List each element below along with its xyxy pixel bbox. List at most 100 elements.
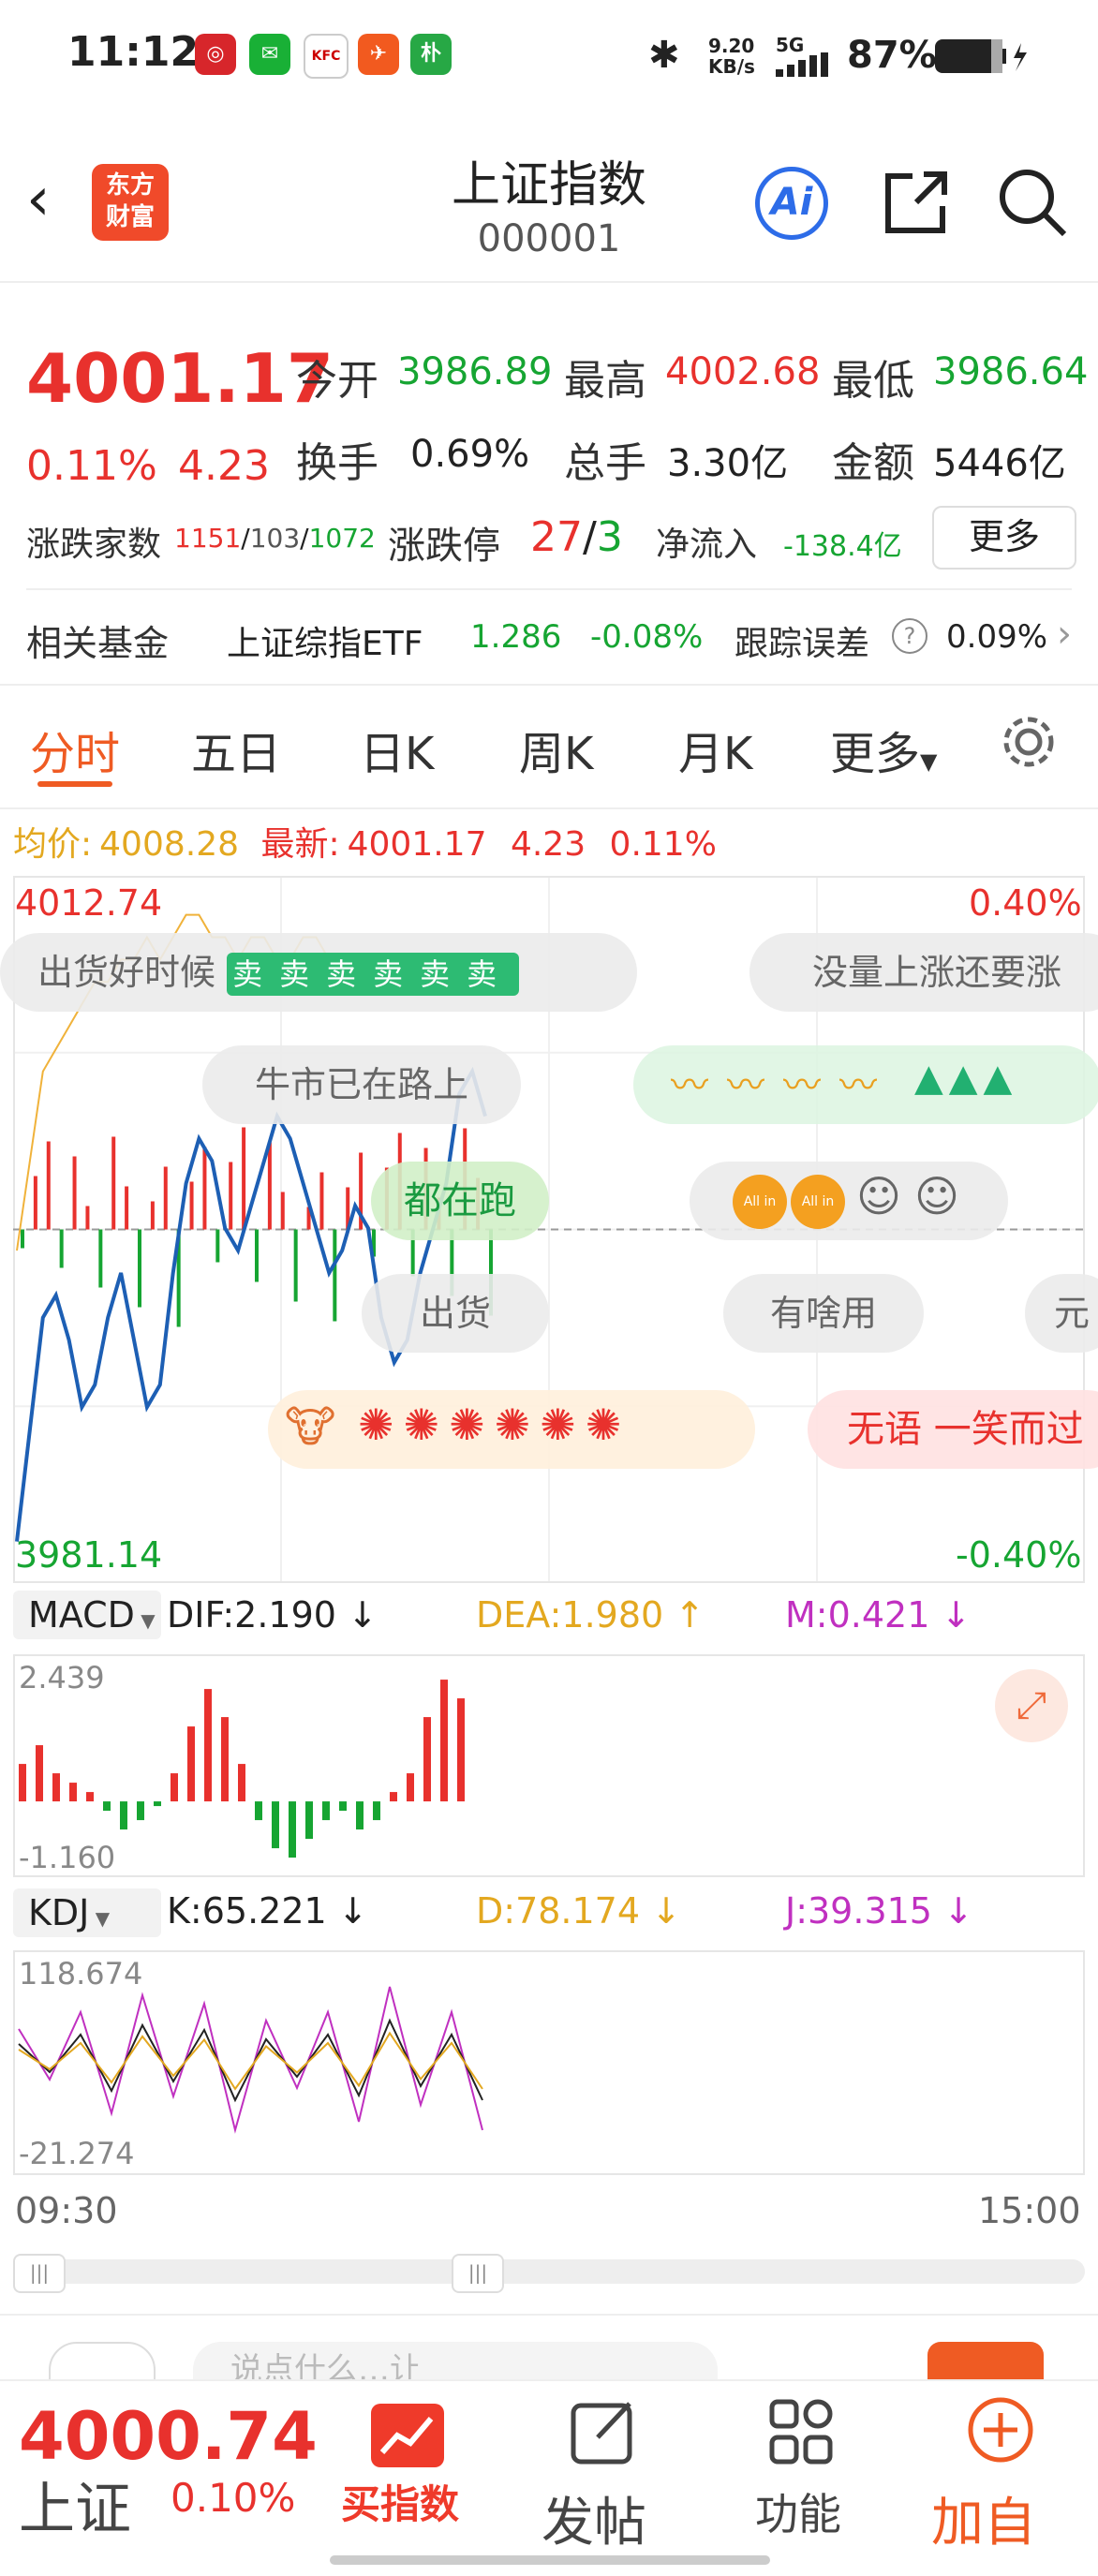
- macd-bar: [204, 1689, 212, 1802]
- macd-bar: [356, 1801, 364, 1830]
- bottom-index-pct: 0.10%: [171, 2475, 296, 2521]
- high-label: 最高: [564, 357, 646, 405]
- kdj-selector[interactable]: KDJ ▼: [13, 1888, 161, 1937]
- y-axis-bottom-label: 3981.14: [15, 1534, 163, 1576]
- macd-bar: [86, 1792, 94, 1802]
- battery-percent: 87%: [847, 34, 937, 77]
- tab-five-day[interactable]: 五日: [191, 717, 281, 782]
- slider-handle-right[interactable]: |||: [452, 2254, 504, 2293]
- divider: [0, 684, 1098, 686]
- volume-bar: [72, 1156, 77, 1230]
- divider: [26, 588, 1072, 590]
- danmaku-emoji-bubble[interactable]: 🐮 ✺✺✺✺✺✺: [268, 1390, 755, 1469]
- add-watchlist-label[interactable]: 加自: [931, 2480, 1036, 2556]
- volume-bar: [98, 1229, 103, 1288]
- tab-more[interactable]: 更多▼: [830, 717, 937, 782]
- app-icon: 朴: [410, 34, 452, 75]
- macd-bar: [373, 1801, 380, 1821]
- danmaku-bubble[interactable]: 出货好时候 卖卖卖卖卖卖: [0, 933, 637, 1012]
- volume-bar: [229, 1162, 233, 1230]
- macd-bar: [221, 1717, 229, 1802]
- limit-label: 涨跌停: [388, 525, 500, 568]
- volume-bar: [215, 1229, 220, 1263]
- danmaku-bubble[interactable]: 牛市已在路上: [202, 1045, 521, 1124]
- macd-bar: [272, 1801, 279, 1849]
- ai-button[interactable]: Ai: [755, 167, 828, 240]
- volume-bar: [242, 1127, 246, 1230]
- kfc-icon: KFC: [304, 34, 349, 79]
- volume-bar: [267, 1142, 272, 1230]
- buy-index-label[interactable]: 买指数: [341, 2473, 459, 2530]
- bottom-index-name: 上证: [19, 2477, 131, 2542]
- function-label[interactable]: 功能: [755, 2480, 841, 2542]
- x-axis-end-label: 15:00: [978, 2190, 1081, 2231]
- divider: [0, 2314, 1098, 2316]
- volume-bar: [280, 1192, 285, 1230]
- more-button[interactable]: 更多: [932, 506, 1076, 570]
- tab-intraday[interactable]: 分时: [30, 717, 120, 782]
- danmaku-bubble[interactable]: 都在跑: [371, 1162, 549, 1240]
- change-percent: 0.11%: [26, 442, 157, 490]
- kdj-d: D:78.174 ↓: [476, 1890, 681, 1932]
- slider-handle-left[interactable]: |||: [13, 2254, 66, 2293]
- share-icon[interactable]: [879, 167, 952, 240]
- macd-bar: [120, 1801, 127, 1830]
- tab-monthly-k[interactable]: 月K: [678, 717, 752, 782]
- macd-bar: [238, 1764, 245, 1802]
- post-label[interactable]: 发帖: [542, 2480, 646, 2556]
- danmaku-bubble[interactable]: 有啥用: [723, 1274, 924, 1353]
- macd-dif: DIF:2.190 ↓: [167, 1594, 378, 1636]
- time-range-slider[interactable]: [13, 2259, 1085, 2284]
- danmaku-bubble[interactable]: 没量上涨还要涨: [749, 933, 1098, 1012]
- danmaku-emoji-bubble[interactable]: All in All in ☺ ☺: [690, 1162, 1008, 1240]
- amount-label: 金额: [832, 439, 914, 487]
- low-value: 3986.64: [933, 350, 1089, 393]
- battery-icon: [935, 39, 1027, 73]
- fund-name[interactable]: 上证综指ETF: [227, 616, 423, 665]
- kdj-chart: [13, 1950, 1085, 2175]
- wechat-icon: ✉: [249, 34, 290, 75]
- danmaku-bubble[interactable]: 无语 一笑而过: [808, 1390, 1098, 1469]
- divider: [0, 807, 1098, 809]
- volume-bar: [150, 1201, 155, 1230]
- open-value: 3986.89: [397, 350, 553, 393]
- macd-top-label: 2.439: [19, 1660, 105, 1695]
- macd-bar: [322, 1801, 330, 1821]
- search-icon[interactable]: [995, 165, 1070, 240]
- danmaku-bubble[interactable]: 元: [1025, 1274, 1098, 1353]
- open-label: 今开: [296, 357, 378, 405]
- macd-bar: [423, 1717, 431, 1802]
- danmaku-bubble[interactable]: 出货: [362, 1274, 549, 1353]
- settings-gear-icon[interactable]: [999, 712, 1059, 772]
- macd-selector[interactable]: MACD ▼: [13, 1591, 161, 1639]
- kdj-bottom-label: -21.274: [19, 2136, 135, 2171]
- kdj-top-label: 118.674: [19, 1956, 143, 1991]
- app-icon: ✈: [358, 34, 399, 75]
- add-plus-icon[interactable]: [965, 2394, 1036, 2465]
- function-grid-icon[interactable]: [766, 2396, 838, 2467]
- volume-bar: [293, 1229, 298, 1302]
- macd-bar: [171, 1773, 178, 1802]
- face-icon: ☺: [856, 1171, 901, 1221]
- amount-value: 5446亿: [933, 442, 1066, 485]
- post-edit-icon[interactable]: [568, 2396, 639, 2467]
- macd-bar: [339, 1801, 347, 1812]
- volume-bar: [85, 1206, 90, 1230]
- x-axis-start-label: 09:30: [15, 2190, 118, 2231]
- macd-bar: [103, 1801, 111, 1812]
- high-value: 4002.68: [665, 350, 821, 393]
- expand-icon[interactable]: ⤢: [995, 1669, 1068, 1742]
- macd-bar: [187, 1726, 195, 1802]
- macd-m: M:0.421 ↓: [785, 1594, 972, 1636]
- macd-bar: [407, 1773, 414, 1802]
- help-icon[interactable]: ?: [892, 618, 927, 654]
- chevron-right-icon[interactable]: ›: [1057, 613, 1072, 656]
- volume-bar: [46, 1141, 51, 1230]
- volume-bar: [125, 1186, 129, 1230]
- danmaku-emoji-bubble[interactable]: 〰〰〰〰 ▲▲▲: [633, 1045, 1098, 1124]
- macd-bar: [19, 1764, 26, 1802]
- volume-bar: [138, 1229, 141, 1308]
- buy-index-icon[interactable]: [371, 2404, 444, 2467]
- tab-weekly-k[interactable]: 周K: [519, 717, 593, 782]
- tab-daily-k[interactable]: 日K: [360, 717, 434, 782]
